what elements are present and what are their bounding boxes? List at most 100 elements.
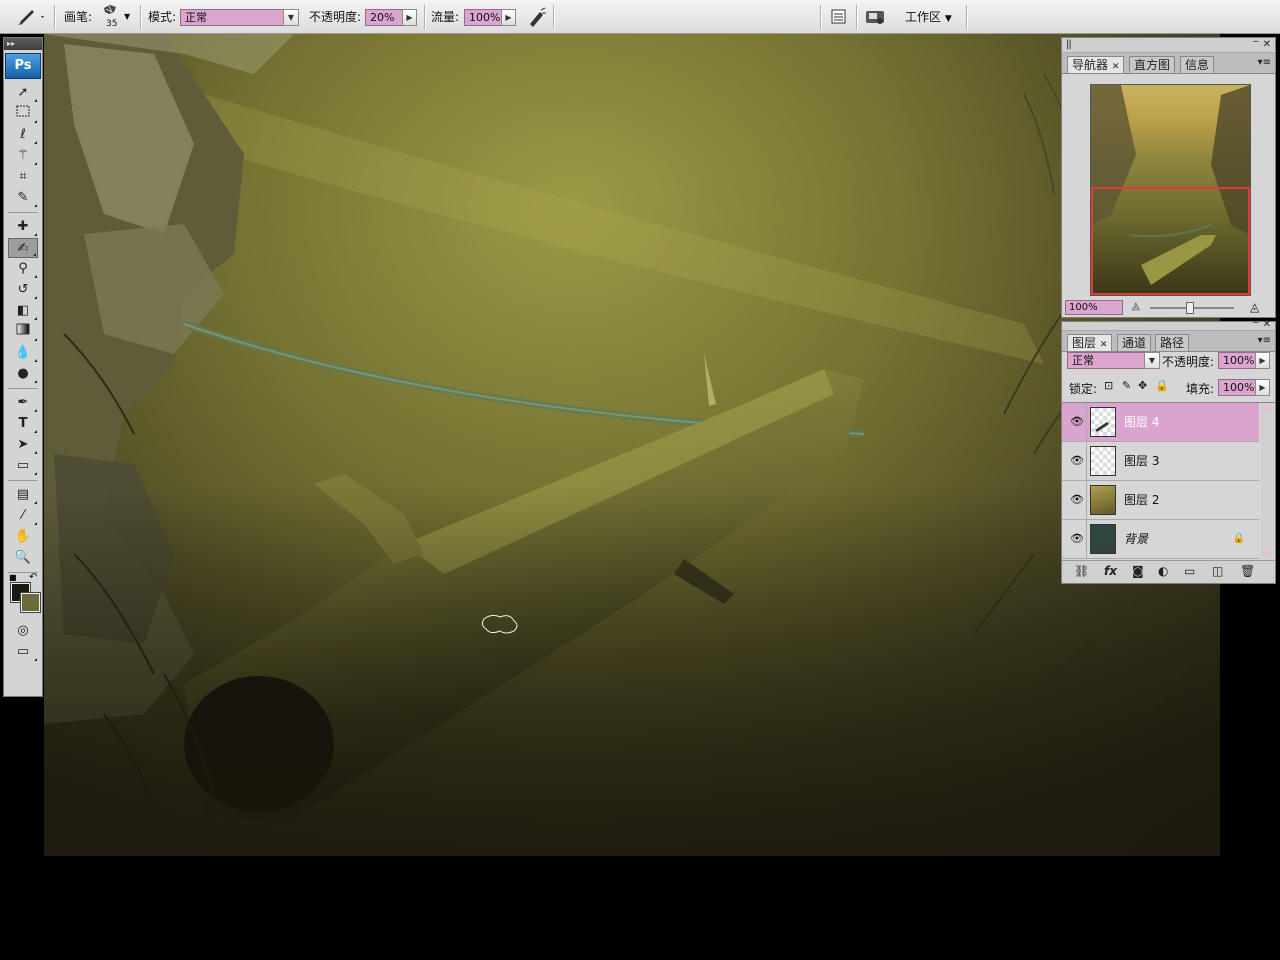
visibility-eye-icon[interactable]: 👁 <box>1070 454 1084 468</box>
fill-arrow-icon[interactable]: ▶ <box>1255 379 1270 396</box>
navigator-titlebar[interactable]: || ‒ ✕ <box>1062 36 1275 53</box>
blur-tool-icon[interactable]: 💧 <box>8 343 38 363</box>
history-brush-tool-icon[interactable]: ↺ <box>8 280 38 300</box>
magic-wand-tool-icon[interactable]: ⚚ <box>8 146 38 166</box>
visibility-eye-icon[interactable]: 👁 <box>1070 532 1084 546</box>
brush-tool-preset-icon[interactable] <box>14 0 46 34</box>
opacity-label: 不透明度: <box>309 10 362 24</box>
bridge-icon[interactable] <box>864 0 888 34</box>
layer-blend-mode-select[interactable]: 正常 <box>1067 352 1145 369</box>
marquee-tool-icon[interactable] <box>8 104 38 124</box>
slice-tool-icon[interactable]: ✎ <box>8 188 38 208</box>
gradient-tool-icon[interactable] <box>8 322 38 342</box>
delete-layer-icon[interactable]: 🗑 <box>1240 564 1255 578</box>
layer-name[interactable]: 图层 3 <box>1124 442 1159 480</box>
tab-layers[interactable]: 图层 ✕ <box>1067 334 1113 351</box>
lock-all-icon[interactable]: 🔒 <box>1155 379 1169 392</box>
zoom-in-icon[interactable]: ◬ <box>1250 300 1259 314</box>
layer-opacity-arrow-icon[interactable]: ▶ <box>1255 352 1270 369</box>
palette-well-icon[interactable] <box>830 0 848 34</box>
screen-mode-icon[interactable]: ▭ <box>8 642 38 662</box>
fill-input[interactable]: 100% <box>1218 379 1256 396</box>
close-icon[interactable]: ✕ <box>1263 39 1271 51</box>
mode-label: 模式: <box>148 10 177 24</box>
layers-tab-close-icon[interactable]: ✕ <box>1100 340 1108 350</box>
flow-slider-arrow-icon[interactable]: ▶ <box>501 9 516 26</box>
airbrush-icon[interactable] <box>527 0 547 34</box>
new-group-icon[interactable]: ▭ <box>1184 564 1195 578</box>
tab-info[interactable]: 信息 <box>1180 56 1215 73</box>
type-tool-icon[interactable]: T <box>8 414 38 434</box>
lasso-tool-icon[interactable]: ℓ <box>8 125 38 145</box>
tab-channels[interactable]: 通道 <box>1117 334 1152 351</box>
navigator-zoom-knob[interactable] <box>1186 302 1194 314</box>
swap-colors-icon[interactable]: ↶ <box>29 572 37 583</box>
layer-thumbnail <box>1090 446 1116 476</box>
quick-mask-icon[interactable]: ◎ <box>8 621 38 641</box>
tab-paths[interactable]: 路径 <box>1155 334 1190 351</box>
tab-navigator[interactable]: 导航器 ✕ <box>1067 56 1125 73</box>
visibility-eye-icon[interactable]: 👁 <box>1070 493 1084 507</box>
add-mask-icon[interactable]: ◙ <box>1132 564 1144 578</box>
brush-picker-arrow-icon[interactable]: ▼ <box>124 0 130 34</box>
pen-tool-icon[interactable]: ✒ <box>8 393 38 413</box>
zoom-out-icon[interactable]: ◬ <box>1132 301 1140 312</box>
layers-scrollbar[interactable] <box>1261 403 1273 561</box>
layer-name[interactable]: 图层 2 <box>1124 481 1159 519</box>
layers-titlebar[interactable]: ‒ ✕ <box>1062 317 1275 331</box>
layers-minimize-icon[interactable]: ‒ <box>1253 317 1259 329</box>
photoshop-logo[interactable]: Ps <box>5 53 41 79</box>
layers-panel-menu-icon[interactable]: ▾≡ <box>1258 335 1271 347</box>
layer-opacity-input[interactable]: 100% <box>1218 352 1256 369</box>
navigator-view-frame[interactable] <box>1091 187 1250 295</box>
layer-blend-mode-dropdown-icon[interactable]: ▼ <box>1144 352 1160 369</box>
layer-row-background[interactable]: 👁 背景 🔒 <box>1062 520 1259 559</box>
visibility-eye-icon[interactable]: 👁 <box>1070 415 1084 429</box>
minimize-icon[interactable]: ‒ <box>1253 36 1259 48</box>
layer-list: 👁 图层 4 👁 图层 3 👁 图层 2 👁 背景 🔒 <box>1062 402 1275 561</box>
layer-row-4[interactable]: 👁 图层 4 <box>1062 403 1259 442</box>
clone-stamp-tool-icon[interactable]: ⚲ <box>8 259 38 279</box>
eraser-tool-icon[interactable]: ◧ <box>8 301 38 321</box>
dodge-tool-icon[interactable]: ● <box>8 364 38 384</box>
default-colors-icon[interactable]: ■ <box>9 573 17 582</box>
layer-name[interactable]: 背景 <box>1124 520 1148 558</box>
adjustment-layer-icon[interactable]: ◐ <box>1158 564 1168 578</box>
mode-dropdown-icon[interactable]: ▼ <box>283 9 299 26</box>
panel-menu-icon[interactable]: ▾≡ <box>1258 57 1271 69</box>
path-selection-tool-icon[interactable]: ➤ <box>8 435 38 455</box>
layers-close-icon[interactable]: ✕ <box>1263 319 1271 331</box>
layer-row-2[interactable]: 👁 图层 2 <box>1062 481 1259 520</box>
tab-histogram[interactable]: 直方图 <box>1129 56 1176 73</box>
workspace-menu[interactable]: 工作区 ▼ <box>905 0 952 34</box>
lock-position-icon[interactable]: ✥ <box>1138 379 1147 392</box>
background-color-swatch[interactable] <box>20 592 41 613</box>
navigator-thumbnail[interactable] <box>1090 84 1251 296</box>
opacity-input[interactable]: 20% <box>365 9 403 26</box>
layer-name[interactable]: 图层 4 <box>1124 403 1159 441</box>
lock-transparency-icon[interactable]: ⊡ <box>1104 379 1113 392</box>
eyedropper-tool-icon[interactable]: ⁄ <box>8 506 38 526</box>
brush-tool-icon[interactable]: ✍ <box>8 238 38 258</box>
panel-grip-icon[interactable]: || <box>1066 39 1072 51</box>
link-layers-icon[interactable]: ⛓ <box>1074 564 1089 578</box>
crop-tool-icon[interactable]: ⌗ <box>8 167 38 187</box>
mode-select[interactable]: 正常 <box>180 9 284 26</box>
new-layer-icon[interactable]: ◫ <box>1212 564 1223 578</box>
lock-image-icon[interactable]: ✎ <box>1122 379 1131 392</box>
healing-brush-tool-icon[interactable]: ✚ <box>8 217 38 237</box>
move-tool-icon[interactable]: ➚ <box>8 83 38 103</box>
brush-size-picker[interactable]: 35 <box>100 0 124 34</box>
notes-tool-icon[interactable]: ▤ <box>8 485 38 505</box>
flow-input[interactable]: 100% <box>464 9 502 26</box>
navigator-zoom-input[interactable]: 100% <box>1065 300 1123 315</box>
toolbox-grip[interactable]: ▸▸ <box>4 38 42 50</box>
layer-style-icon[interactable]: fx <box>1104 564 1117 578</box>
shape-tool-icon[interactable]: ▭ <box>8 456 38 476</box>
hand-tool-icon[interactable]: ✋ <box>8 527 38 547</box>
tab-close-icon[interactable]: ✕ <box>1112 62 1120 72</box>
zoom-tool-icon[interactable]: 🔍 <box>8 548 38 568</box>
document-canvas[interactable] <box>44 34 1220 856</box>
layer-row-3[interactable]: 👁 图层 3 <box>1062 442 1259 481</box>
opacity-slider-arrow-icon[interactable]: ▶ <box>402 9 417 26</box>
